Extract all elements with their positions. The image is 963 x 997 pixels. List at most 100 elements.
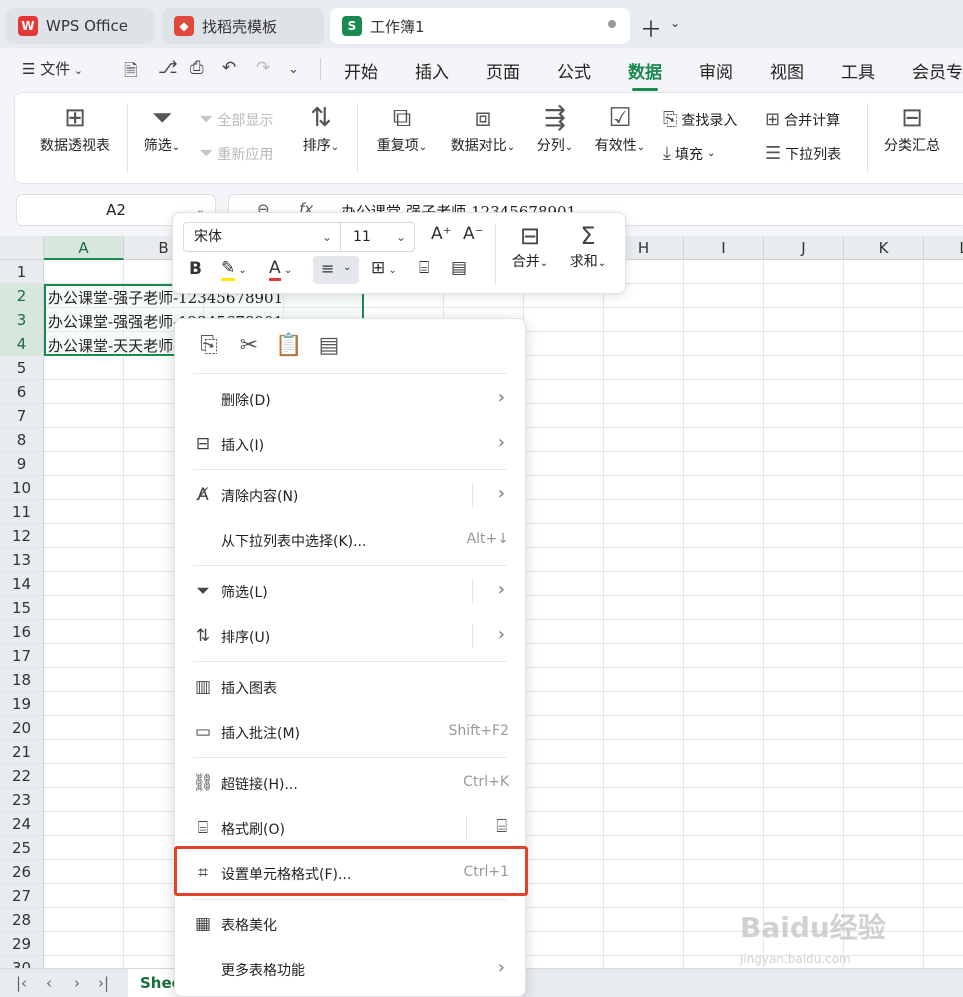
row-header-11[interactable]: 11 <box>0 500 44 524</box>
row-header-26[interactable]: 26 <box>0 860 44 884</box>
duplicates-button[interactable]: ⧉ 重复项⌄ <box>371 101 433 155</box>
row-header-5[interactable]: 5 <box>0 356 44 380</box>
column-header-a[interactable]: A <box>44 236 124 260</box>
tab-member[interactable]: 会员专 <box>912 58 963 83</box>
first-sheet-icon[interactable]: |‹ <box>16 974 27 992</box>
more-chevron-icon[interactable]: ⌄ <box>288 62 299 77</box>
bold-icon[interactable]: B <box>189 259 202 279</box>
filter-button[interactable]: ⏷ 筛选⌄ <box>137 101 187 155</box>
menu-item-insert[interactable]: ⊟ 插入(I) › <box>185 424 517 464</box>
column-header-j[interactable]: J <box>764 236 844 260</box>
font-family-select[interactable]: 宋体 ⌄ <box>183 222 341 252</box>
tab-view[interactable]: 视图 <box>770 58 804 83</box>
menu-item-insert-chart[interactable]: ▥ 插入图表 <box>185 667 517 707</box>
border-icon[interactable]: ⊞ ⌄ <box>371 258 397 278</box>
row-header-13[interactable]: 13 <box>0 548 44 572</box>
sort-button[interactable]: ⇅ 排序⌄ <box>297 101 345 155</box>
menu-item-delete[interactable]: 删除(D) › <box>185 379 517 419</box>
reapply-button[interactable]: ⏷ 重新应用 <box>199 143 273 164</box>
format-painter-lock-icon[interactable]: ⌸ <box>496 816 507 837</box>
row-header-18[interactable]: 18 <box>0 668 44 692</box>
prev-sheet-icon[interactable]: ‹ <box>46 974 52 992</box>
align-button[interactable]: ≡ ⌄ <box>313 256 359 284</box>
column-header-l[interactable]: L <box>924 236 963 260</box>
tab-wps-office[interactable]: W WPS Office <box>6 8 154 44</box>
menu-item-sort[interactable]: ⇅ 排序(U) › <box>185 616 517 656</box>
merge-button[interactable]: ⊟ 合并⌄ <box>507 221 553 271</box>
row-header-6[interactable]: 6 <box>0 380 44 404</box>
row-header-3[interactable]: 3 <box>0 308 44 332</box>
menu-item-insert-comment[interactable]: ▭ 插入批注(M) Shift+F2 <box>185 712 517 752</box>
row-header-2[interactable]: 2 <box>0 284 44 308</box>
font-size-select[interactable]: 11 ⌄ <box>341 222 415 252</box>
row-header-8[interactable]: 8 <box>0 428 44 452</box>
row-header-15[interactable]: 15 <box>0 596 44 620</box>
dropdown-list-button[interactable]: ☰ 下拉列表 <box>765 143 841 164</box>
copy-icon[interactable]: ⎘ <box>189 333 229 358</box>
tab-review[interactable]: 审阅 <box>699 58 733 83</box>
tab-page[interactable]: 页面 <box>486 58 520 83</box>
format-brush-icon[interactable]: ⌸ <box>419 258 429 278</box>
row-header-9[interactable]: 9 <box>0 452 44 476</box>
column-header-k[interactable]: K <box>844 236 924 260</box>
row-header-12[interactable]: 12 <box>0 524 44 548</box>
consolidate-button[interactable]: ⊞ 合并计算 <box>765 109 840 130</box>
menu-item-filter[interactable]: ⏷ 筛选(L) › <box>185 571 517 611</box>
row-header-14[interactable]: 14 <box>0 572 44 596</box>
tab-workbook[interactable]: S 工作簿1 <box>330 8 630 44</box>
row-header-30[interactable]: 30 <box>0 956 44 968</box>
fill-button[interactable]: ⤓ 填充 ⌄ <box>663 143 715 164</box>
subtotal-button[interactable]: ⊟ 分类汇总 <box>877 101 947 155</box>
save-icon[interactable]: 🗎 <box>124 58 138 87</box>
row-header-29[interactable]: 29 <box>0 932 44 956</box>
row-header-17[interactable]: 17 <box>0 644 44 668</box>
next-sheet-icon[interactable]: › <box>74 974 80 992</box>
tab-tools[interactable]: 工具 <box>841 58 875 83</box>
increase-font-icon[interactable]: A⁺ <box>431 224 452 244</box>
decrease-font-icon[interactable]: A⁻ <box>463 224 484 244</box>
cell-format-icon[interactable]: ▤ <box>451 258 467 278</box>
menu-item-pick-from-dropdown[interactable]: 从下拉列表中选择(K)... Alt+↓ <box>185 520 517 560</box>
tab-start[interactable]: 开始 <box>344 58 378 83</box>
menu-item-hyperlink[interactable]: ⛓ 超链接(H)... Ctrl+K <box>185 763 517 803</box>
export-icon[interactable]: ⎇ <box>158 58 178 78</box>
unsaved-dot-icon[interactable] <box>608 20 616 28</box>
data-compare-button[interactable]: ⧈ 数据对比⌄ <box>445 101 521 155</box>
row-header-10[interactable]: 10 <box>0 476 44 500</box>
row-header-25[interactable]: 25 <box>0 836 44 860</box>
font-color-icon[interactable]: A ⌄ <box>269 258 292 281</box>
row-header-4[interactable]: 4 <box>0 332 44 356</box>
column-header-i[interactable]: I <box>684 236 764 260</box>
print-preview-icon[interactable]: ⎙ <box>190 58 204 78</box>
validity-button[interactable]: ☑ 有效性⌄ <box>589 101 651 155</box>
split-column-button[interactable]: ⇶ 分列⌄ <box>531 101 579 155</box>
row-header-16[interactable]: 16 <box>0 620 44 644</box>
cut-icon[interactable]: ✂ <box>229 333 269 358</box>
tab-template[interactable]: ◆ 找稻壳模板 <box>162 8 324 44</box>
row-header-21[interactable]: 21 <box>0 740 44 764</box>
row-header-28[interactable]: 28 <box>0 908 44 932</box>
row-header-7[interactable]: 7 <box>0 404 44 428</box>
tab-formula[interactable]: 公式 <box>557 58 591 83</box>
lookup-entry-button[interactable]: ⎘ 查找录入 <box>663 109 737 130</box>
new-tab-plus-icon[interactable]: ＋ <box>640 12 662 44</box>
row-header-19[interactable]: 19 <box>0 692 44 716</box>
highlight-color-icon[interactable]: ✎ ⌄ <box>221 258 247 281</box>
select-all-corner[interactable] <box>0 236 44 260</box>
paste-icon[interactable]: 📋 <box>269 333 309 358</box>
row-header-23[interactable]: 23 <box>0 788 44 812</box>
pivot-table-button[interactable]: ⊞ 数据透视表 <box>35 101 115 155</box>
undo-icon[interactable]: ↶ <box>222 58 236 78</box>
tab-insert[interactable]: 插入 <box>415 58 449 83</box>
redo-icon[interactable]: ↷ <box>256 58 270 78</box>
menu-item-format-painter[interactable]: ⌸ 格式刷(O) ⌸ <box>185 808 517 848</box>
menu-item-more-table-functions[interactable]: 更多表格功能 › <box>185 949 517 989</box>
paste-special-icon[interactable]: ▤ <box>309 333 349 358</box>
tab-data[interactable]: 数据 <box>628 58 662 91</box>
row-header-22[interactable]: 22 <box>0 764 44 788</box>
row-header-1[interactable]: 1 <box>0 260 44 284</box>
menu-item-clear-content[interactable]: A̸ 清除内容(N) › <box>185 475 517 515</box>
last-sheet-icon[interactable]: ›| <box>98 974 109 992</box>
row-header-20[interactable]: 20 <box>0 716 44 740</box>
tab-list-chevron-icon[interactable]: ⌄ <box>670 16 680 30</box>
